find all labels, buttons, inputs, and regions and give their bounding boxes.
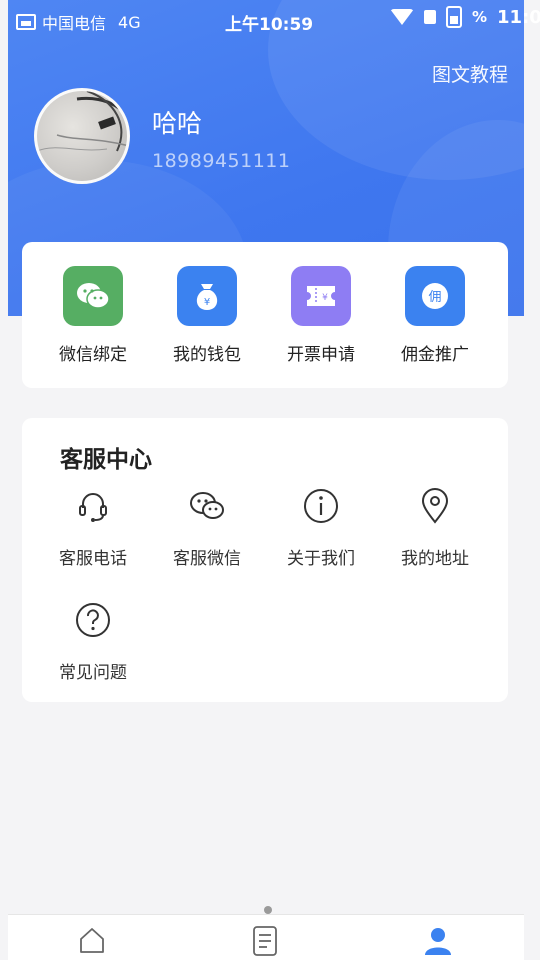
alarm-icon xyxy=(424,10,436,24)
service-label: 客服微信 xyxy=(173,549,241,569)
service-label: 客服电话 xyxy=(59,549,127,569)
network-label: 4G xyxy=(118,12,141,32)
quick-action-wallet[interactable]: ¥ 我的钱包 xyxy=(152,266,262,376)
quick-action-label: 微信绑定 xyxy=(59,345,127,365)
status-right: % 11:05 xyxy=(390,6,540,28)
service-center-title: 客服中心 xyxy=(60,447,152,473)
service-wechat-item[interactable]: 客服微信 xyxy=(152,486,262,569)
tutorial-link[interactable]: 图文教程 xyxy=(432,60,508,87)
nav-orders[interactable] xyxy=(245,925,285,959)
bottom-nav xyxy=(8,914,524,960)
wallet-icon: ¥ xyxy=(177,266,237,326)
quick-action-label: 佣金推广 xyxy=(401,345,469,365)
battery-percent: % xyxy=(472,8,488,26)
status-time: 上午10:59 xyxy=(225,15,314,35)
quick-actions-card: 微信绑定 ¥ 我的钱包 ¥ 开票申请 佣 佣金推广 xyxy=(22,242,508,388)
quick-action-invoice[interactable]: ¥ 开票申请 xyxy=(266,266,376,376)
status-time-right: 11:05 xyxy=(497,6,540,28)
service-faq-item[interactable]: 常见问题 xyxy=(38,600,148,683)
service-about-item[interactable]: 关于我们 xyxy=(266,486,376,569)
commission-icon: 佣 xyxy=(405,266,465,326)
location-icon xyxy=(421,488,449,524)
quick-action-commission[interactable]: 佣 佣金推广 xyxy=(380,266,490,376)
svg-text:¥: ¥ xyxy=(204,297,210,308)
scroll-indicator xyxy=(264,906,272,914)
carrier-label: 中国电信 xyxy=(42,14,107,33)
quick-action-wechat-bind[interactable]: 微信绑定 xyxy=(38,266,148,376)
service-label: 关于我们 xyxy=(287,549,355,569)
service-label: 常见问题 xyxy=(59,663,127,683)
svg-text:佣: 佣 xyxy=(428,290,441,305)
battery-icon xyxy=(446,6,462,28)
avatar-photo xyxy=(37,91,127,152)
profile-screen: 中国电信 4G 上午10:59 % 11:05 图文教程 哈哈 18989451… xyxy=(0,0,540,960)
status-left: 中国电信 4G xyxy=(16,10,141,34)
nav-profile[interactable] xyxy=(418,925,458,959)
invoice-icon: ¥ xyxy=(291,266,351,326)
headset-icon xyxy=(79,493,107,522)
service-phone-item[interactable]: 客服电话 xyxy=(38,486,148,569)
user-icon xyxy=(425,928,451,955)
profile-phone: 18989451111 xyxy=(152,150,291,172)
image-notification-icon xyxy=(16,14,36,30)
svg-text:¥: ¥ xyxy=(322,293,328,303)
status-bar: 中国电信 4G 上午10:59 % 11:05 xyxy=(8,0,540,40)
quick-action-label: 我的钱包 xyxy=(173,345,241,365)
quick-action-label: 开票申请 xyxy=(287,345,355,365)
service-address-item[interactable]: 我的地址 xyxy=(380,486,490,569)
wechat-outline-icon xyxy=(190,492,224,519)
document-icon xyxy=(253,926,277,956)
service-label: 我的地址 xyxy=(401,549,469,569)
profile-name: 哈哈 xyxy=(152,109,203,138)
wifi-icon xyxy=(390,9,414,25)
wechat-icon xyxy=(63,266,123,326)
question-icon xyxy=(76,603,110,637)
nav-home[interactable] xyxy=(72,925,112,959)
avatar[interactable] xyxy=(34,88,130,184)
service-center-card: 客服中心 客服电话 客服微信 关于我们 我的地址 常见问题 xyxy=(22,418,508,702)
info-icon xyxy=(304,489,338,523)
home-icon xyxy=(80,928,104,953)
